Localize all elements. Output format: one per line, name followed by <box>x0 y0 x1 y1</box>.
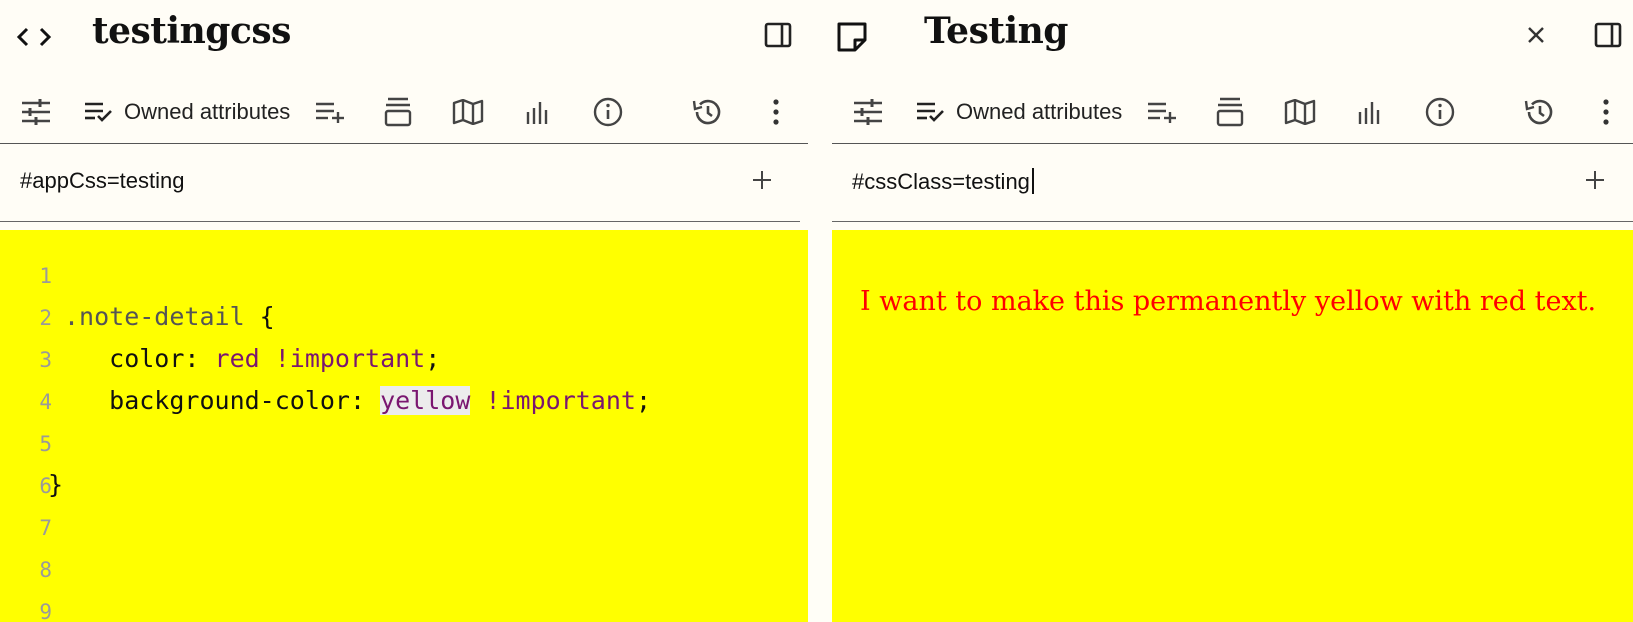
history-icon <box>1523 98 1553 126</box>
basic-properties-tab[interactable] <box>16 92 56 132</box>
line-number: 3 <box>39 348 52 372</box>
attribute-input-text: #cssClass=testing <box>852 169 1030 194</box>
add-attribute-button[interactable] <box>746 166 778 198</box>
list-check-icon <box>84 101 112 123</box>
note-info-tab[interactable] <box>1420 92 1460 132</box>
code-token: !important <box>470 386 636 415</box>
code-token: yellow <box>380 386 471 415</box>
code-text: color: red !important; <box>64 344 440 373</box>
close-icon <box>1527 26 1545 49</box>
line-number: 8 <box>39 558 52 582</box>
owned-attributes-label: Owned attributes <box>956 99 1123 124</box>
code-token: background-color: <box>64 386 381 415</box>
note-title[interactable]: Testing <box>924 10 1068 52</box>
code-text: } <box>48 470 63 499</box>
map-icon <box>1284 99 1316 125</box>
attribute-input[interactable]: #cssClass=testing <box>852 168 1034 195</box>
code-token: ; <box>635 386 652 415</box>
code-token: .note-detail <box>64 302 245 331</box>
note-title[interactable]: testingcss <box>92 10 291 52</box>
text-note-pane: Testing Owned attributes #cssClass=testi… <box>832 0 1633 622</box>
note-title-bar: Testing <box>832 0 1633 72</box>
note-title-bar: testingcss <box>0 0 808 72</box>
note-info-stats-tab[interactable] <box>1350 92 1390 132</box>
promoted-attributes-tab[interactable] <box>1210 92 1250 132</box>
line-number: 5 <box>39 432 52 456</box>
side-panel-icon <box>764 22 792 53</box>
sticky-note-icon <box>832 17 872 57</box>
list-plus-icon <box>315 101 345 123</box>
note-info-stats-tab[interactable] <box>518 92 558 132</box>
line-number: 1 <box>39 264 52 288</box>
attribute-input[interactable]: #appCss=testing <box>20 168 185 194</box>
note-map-tab[interactable] <box>1280 92 1320 132</box>
note-body-text[interactable]: I want to make this permanently yellow w… <box>860 286 1596 317</box>
bar-chart-icon <box>1358 100 1382 124</box>
code-note-pane: testingcss Owned attributes #appCss=test… <box>0 0 808 622</box>
inherited-attributes-tab[interactable] <box>310 92 350 132</box>
sliders-icon <box>852 99 884 125</box>
plus-icon <box>1585 170 1605 195</box>
code-token: } <box>48 470 64 499</box>
promoted-attributes-tab[interactable] <box>378 92 418 132</box>
toggle-right-pane-button[interactable] <box>1590 19 1626 55</box>
owned-attributes-label: Owned attributes <box>124 99 291 124</box>
kebab-menu-icon <box>772 99 780 125</box>
line-number: 4 <box>39 390 52 414</box>
map-icon <box>452 99 484 125</box>
list-plus-icon <box>1147 101 1177 123</box>
note-detail[interactable]: I want to make this permanently yellow w… <box>832 230 1633 622</box>
owned-attributes-tab[interactable]: Owned attributes <box>84 92 290 132</box>
add-attribute-button[interactable] <box>1579 166 1611 198</box>
stack-icon <box>1216 97 1244 127</box>
code-token: ; <box>425 344 441 373</box>
side-panel-icon <box>1594 22 1622 53</box>
history-icon <box>691 98 721 126</box>
attribute-editor[interactable]: #cssClass=testing <box>832 146 1633 222</box>
basic-properties-tab[interactable] <box>848 92 888 132</box>
line-number: 9 <box>39 600 52 622</box>
stack-icon <box>384 97 412 127</box>
note-map-tab[interactable] <box>448 92 488 132</box>
code-text: background-color: yellow !important; <box>64 386 651 415</box>
ribbon-toolbar: Owned attributes <box>832 82 1633 144</box>
code-token: red !important <box>214 344 426 373</box>
sliders-icon <box>20 99 52 125</box>
attribute-editor[interactable]: #appCss=testing <box>0 146 800 222</box>
revisions-button[interactable] <box>686 92 726 132</box>
kebab-menu-icon <box>1602 99 1610 125</box>
note-info-tab[interactable] <box>588 92 628 132</box>
revisions-button[interactable] <box>1518 92 1558 132</box>
info-icon <box>1425 97 1455 127</box>
more-actions-button[interactable] <box>758 92 794 132</box>
close-pane-button[interactable] <box>1518 19 1554 55</box>
code-token: { <box>244 302 275 331</box>
bar-chart-icon <box>526 100 550 124</box>
more-actions-button[interactable] <box>1588 92 1624 132</box>
inherited-attributes-tab[interactable] <box>1142 92 1182 132</box>
text-caret <box>1031 168 1034 194</box>
line-number: 2 <box>39 306 52 330</box>
code-icon <box>14 17 54 57</box>
code-token: color: <box>64 344 215 373</box>
line-number: 7 <box>39 516 52 540</box>
info-icon <box>593 97 623 127</box>
plus-icon <box>752 170 772 195</box>
owned-attributes-tab[interactable]: Owned attributes <box>916 92 1122 132</box>
toggle-right-pane-button[interactable] <box>760 19 796 55</box>
code-text: .note-detail { <box>64 302 275 331</box>
code-editor[interactable]: 1 2 .note-detail {3 color: red !important;… <box>0 230 808 622</box>
pane-gutter <box>808 0 832 230</box>
list-check-icon <box>916 101 944 123</box>
ribbon-toolbar: Owned attributes <box>0 82 808 144</box>
